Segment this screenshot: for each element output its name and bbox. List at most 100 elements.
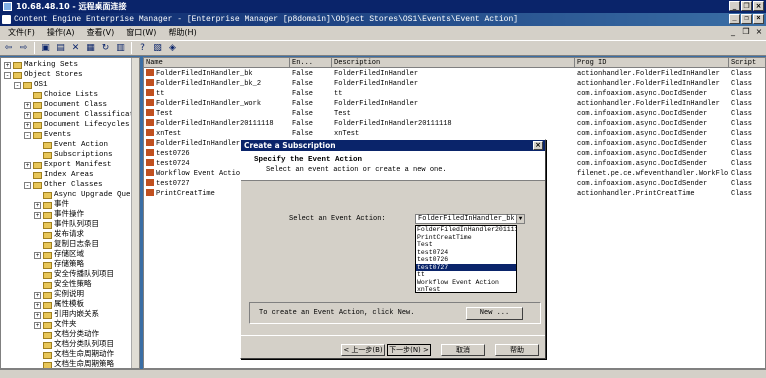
tree-item[interactable]: - Object Stores: [4, 70, 83, 80]
mdi-minimize-icon[interactable]: _: [728, 27, 738, 37]
menu-window[interactable]: 窗口(W): [120, 26, 162, 40]
expand-icon[interactable]: +: [24, 101, 31, 109]
tree-item[interactable]: 事件队列项目: [34, 220, 99, 230]
expand-icon[interactable]: +: [34, 291, 41, 299]
menu-help[interactable]: 帮助(H): [162, 26, 202, 40]
tree-item[interactable]: - OS1: [14, 80, 48, 90]
table-row[interactable]: FolderFiledInHandler_bk False FolderFiledI…: [144, 69, 765, 79]
menu-action[interactable]: 操作(A): [41, 26, 81, 40]
forward-arrow-icon[interactable]: ⇨: [17, 42, 30, 55]
table-row[interactable]: Test False Test com.infoaxiom.async.DocIdSe…: [144, 109, 765, 119]
tree-item[interactable]: Event Action: [34, 140, 108, 150]
dropdown-option[interactable]: PrintCreatTime: [416, 234, 516, 242]
tree-item[interactable]: + 文件夹: [34, 320, 77, 330]
table-row[interactable]: FolderFiledInHandler_work False FolderFile…: [144, 99, 765, 109]
tree-item[interactable]: + 事件操作: [34, 210, 84, 220]
expand-icon[interactable]: +: [4, 61, 11, 69]
expand-icon[interactable]: +: [24, 161, 31, 169]
tree-item[interactable]: + Export Manifest: [24, 160, 112, 170]
column-header-prog-id[interactable]: Prog ID: [575, 58, 729, 68]
tree-item[interactable]: + 引用内嵌关系: [34, 310, 99, 320]
security-icon[interactable]: ◈: [166, 42, 179, 55]
collapse-icon[interactable]: -: [24, 181, 31, 189]
column-header-enabled[interactable]: En...: [290, 58, 332, 68]
tree-item[interactable]: 安全传播队列项目: [34, 270, 114, 280]
tree-item[interactable]: + Document Class: [24, 100, 107, 110]
properties-icon[interactable]: ▦: [84, 42, 97, 55]
tree-item[interactable]: 文档分类动作: [34, 330, 99, 340]
event-action-select[interactable]: FolderFiledInHandler_bk ▼: [415, 214, 525, 224]
dropdown-option[interactable]: xnTest: [416, 286, 516, 294]
tree-item[interactable]: 复制日志条目: [34, 240, 99, 250]
tree-item[interactable]: + Document Classificati: [24, 110, 139, 120]
dropdown-option[interactable]: tt: [416, 271, 516, 279]
collapse-icon[interactable]: -: [14, 81, 21, 89]
expand-icon[interactable]: +: [24, 111, 31, 119]
help-button[interactable]: 帮助: [495, 344, 539, 356]
column-header-name[interactable]: Name: [144, 58, 290, 68]
collapse-icon[interactable]: -: [4, 71, 11, 79]
dropdown-option[interactable]: test0724: [416, 249, 516, 257]
help-icon[interactable]: ?: [136, 42, 149, 55]
expand-icon[interactable]: +: [34, 321, 41, 329]
back-arrow-icon[interactable]: ⇦: [2, 42, 15, 55]
back-button[interactable]: < 上一步(B): [341, 344, 385, 356]
tree-scrollbar[interactable]: [131, 58, 139, 368]
tree-item[interactable]: 存储策略: [34, 260, 84, 270]
tree-item[interactable]: + Document Lifecycles: [24, 120, 130, 130]
menu-file[interactable]: 文件(F): [2, 26, 41, 40]
tree-item[interactable]: 发布请求: [34, 230, 84, 240]
tree-item[interactable]: + 事件: [34, 200, 69, 210]
tree-item[interactable]: + 实例说明: [34, 290, 84, 300]
up-folder-icon[interactable]: ▣: [39, 42, 52, 55]
tree-item[interactable]: Index Areas: [24, 170, 94, 180]
table-row[interactable]: tt False tt com.infoaxiom.async.DocIdSender…: [144, 89, 765, 99]
export-list-icon[interactable]: ▥: [114, 42, 127, 55]
dialog-close-icon[interactable]: ×: [533, 141, 543, 150]
tree-item[interactable]: - Other Classes: [24, 180, 103, 190]
dropdown-option[interactable]: FolderFiledInHandler2011111: [416, 226, 516, 234]
table-row[interactable]: FolderFiledInHandler_bk_2 False FolderFile…: [144, 79, 765, 89]
mdi-close-icon[interactable]: ×: [754, 27, 764, 37]
expand-icon[interactable]: +: [34, 301, 41, 309]
tree-item[interactable]: 文档生命周期动作: [34, 350, 114, 360]
expand-icon[interactable]: +: [34, 311, 41, 319]
app-restore-icon[interactable]: ❐: [741, 14, 752, 24]
table-row[interactable]: FolderFiledInHandler20111118 False FolderF…: [144, 119, 765, 129]
column-header-description[interactable]: Description: [332, 58, 575, 68]
tree-item[interactable]: - Events: [24, 130, 71, 140]
tree-item[interactable]: Choice Lists: [24, 90, 98, 100]
console-icon[interactable]: ▧: [151, 42, 164, 55]
expand-icon[interactable]: +: [34, 251, 41, 259]
tree-item[interactable]: 文档生命周期策略: [34, 360, 114, 368]
dropdown-option[interactable]: Test: [416, 241, 516, 249]
restore-icon[interactable]: ❐: [741, 1, 752, 11]
app-close-icon[interactable]: ×: [753, 14, 764, 24]
close-icon[interactable]: ×: [753, 1, 764, 11]
table-row[interactable]: xnTest False xnTest com.infoaxiom.async.Doc…: [144, 129, 765, 139]
dropdown-option[interactable]: test0726: [416, 256, 516, 264]
tree-item[interactable]: 安全性策略: [34, 280, 92, 290]
new-button[interactable]: New ...: [466, 307, 523, 320]
delete-icon[interactable]: ✕: [69, 42, 82, 55]
expand-icon[interactable]: +: [34, 201, 41, 209]
tree-item[interactable]: Subscriptions: [34, 150, 113, 160]
tree-item[interactable]: + 存储区域: [34, 250, 84, 260]
app-minimize-icon[interactable]: _: [729, 14, 740, 24]
column-header-script[interactable]: Script: [729, 58, 765, 68]
dropdown-option[interactable]: Workflow Event Action: [416, 279, 516, 287]
refresh-icon[interactable]: ↻: [99, 42, 112, 55]
tree-item[interactable]: + 属性模板: [34, 300, 84, 310]
mdi-restore-icon[interactable]: ❐: [741, 27, 751, 37]
collapse-icon[interactable]: -: [24, 131, 31, 139]
show-tree-icon[interactable]: ▤: [54, 42, 67, 55]
tree-item[interactable]: 文档分类队列项目: [34, 340, 114, 350]
tree-item[interactable]: Async Upgrade Queu: [34, 190, 135, 200]
dropdown-option[interactable]: test0727: [416, 263, 516, 271]
menu-view[interactable]: 查看(V): [81, 26, 121, 40]
expand-icon[interactable]: +: [34, 211, 41, 219]
expand-icon[interactable]: +: [24, 121, 31, 129]
tree-item[interactable]: + Marking Sets: [4, 60, 78, 70]
minimize-icon[interactable]: _: [729, 1, 740, 11]
cancel-button[interactable]: 取消: [441, 344, 485, 356]
